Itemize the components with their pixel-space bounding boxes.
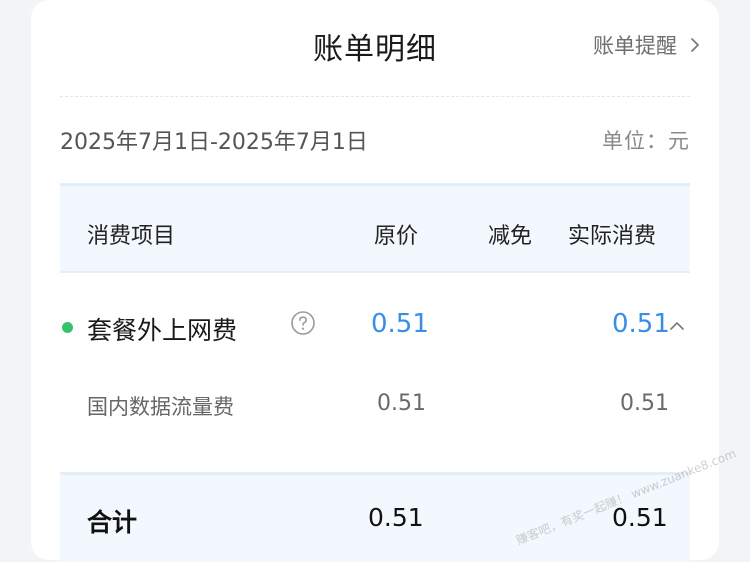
question-circle-icon[interactable] — [290, 310, 316, 336]
status-dot — [62, 322, 73, 333]
total-label: 合计 — [87, 508, 138, 537]
date-range: 2025年7月1日-2025年7月1日 — [60, 130, 368, 155]
chevron-up-icon[interactable] — [669, 318, 685, 334]
total-original-price: 0.51 — [368, 503, 424, 532]
column-header-discount: 减免 — [488, 224, 533, 249]
sub-item-original-price: 0.51 — [377, 391, 426, 416]
header: 账单明细 账单提醒 — [31, 0, 719, 96]
sub-item-name: 国内数据流量费 — [87, 395, 234, 419]
item-original-price: 0.51 — [371, 309, 429, 339]
total-actual-cost: 0.51 — [612, 503, 668, 532]
table-header: 消费项目 原价 减免 实际消费 — [60, 183, 690, 273]
item-name: 套餐外上网费 — [87, 316, 238, 345]
column-header-item: 消费项目 — [87, 224, 176, 249]
column-header-original: 原价 — [374, 224, 419, 249]
bill-table: 消费项目 原价 减免 实际消费 套餐外上网费 0.51 0.51 国内数据流量费… — [60, 183, 690, 562]
period-row: 2025年7月1日-2025年7月1日 单位：元 — [60, 124, 690, 156]
table-row-total: 合计 0.51 0.51 — [60, 472, 690, 562]
table-row-main[interactable]: 套餐外上网费 0.51 0.51 — [60, 273, 690, 379]
bill-reminder-label: 账单提醒 — [593, 34, 677, 58]
sub-item-actual-cost: 0.51 — [620, 391, 669, 416]
bill-reminder-link[interactable]: 账单提醒 — [593, 30, 705, 60]
column-header-actual: 实际消费 — [568, 224, 657, 249]
header-divider — [60, 96, 690, 97]
item-actual-cost: 0.51 — [612, 309, 670, 339]
table-row-sub: 国内数据流量费 0.51 0.51 — [60, 379, 690, 472]
bill-detail-card: 账单明细 账单提醒 2025年7月1日-2025年7月1日 单位：元 消费项目 … — [31, 0, 719, 562]
chevron-right-icon — [691, 38, 699, 52]
unit-label: 单位：元 — [602, 129, 690, 153]
